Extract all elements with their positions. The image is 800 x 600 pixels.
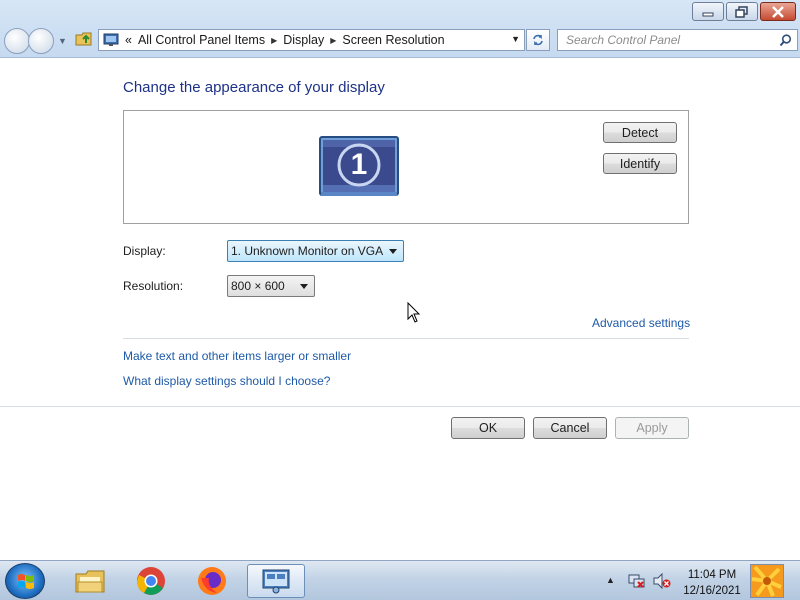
text-size-link[interactable]: Make text and other items larger or smal… (123, 349, 351, 363)
forward-button[interactable] (28, 28, 54, 54)
back-button[interactable] (4, 28, 30, 54)
start-button[interactable] (5, 563, 45, 599)
page-title: Change the appearance of your display (123, 79, 385, 96)
minimize-button[interactable] (692, 2, 724, 21)
navigation-buttons: ▼ (4, 28, 68, 54)
address-overflow[interactable]: « (125, 33, 132, 47)
clock[interactable]: 11:04 PM 12/16/2021 (676, 567, 748, 599)
monitor-1[interactable] (319, 136, 399, 198)
flower-thumbnail-icon (751, 565, 783, 597)
folder-up-icon[interactable] (75, 31, 93, 47)
cancel-button[interactable]: Cancel (533, 417, 607, 439)
taskbar: ▲ 11:04 PM 12/16/2021 (0, 560, 800, 600)
window-controls (692, 2, 796, 21)
display-select[interactable]: 1. Unknown Monitor on VGA (227, 240, 404, 262)
chevron-down-icon (300, 284, 308, 289)
ok-button[interactable]: OK (451, 417, 525, 439)
taskbar-chrome[interactable] (126, 564, 176, 598)
windows-explorer-icon (75, 570, 105, 593)
clock-date: 12/16/2021 (683, 585, 741, 597)
breadcrumb-separator-icon[interactable]: ▶ (271, 36, 277, 45)
resolution-label: Resolution: (123, 279, 184, 293)
search-box[interactable]: Search Control Panel (557, 29, 798, 51)
restore-icon (735, 5, 748, 18)
screen-resolution-window-icon (262, 569, 290, 594)
network-icon[interactable] (628, 573, 646, 589)
search-icon[interactable] (779, 34, 792, 47)
restore-button[interactable] (726, 2, 758, 21)
display-select-value: 1. Unknown Monitor on VGA (231, 244, 384, 258)
refresh-button[interactable] (526, 29, 550, 51)
taskbar-explorer[interactable] (65, 564, 115, 598)
user-picture-button[interactable] (750, 564, 784, 598)
firefox-icon (198, 567, 226, 595)
display-arrangement-area: 1 Detect Identify (123, 110, 689, 224)
mouse-cursor-icon (407, 302, 421, 323)
apply-button[interactable]: Apply (615, 417, 689, 439)
chrome-icon (137, 567, 165, 595)
close-icon (772, 5, 784, 18)
display-label: Display: (123, 244, 166, 258)
clock-time: 11:04 PM (687, 569, 737, 581)
refresh-icon (533, 34, 543, 46)
taskbar-firefox[interactable] (187, 564, 237, 598)
minimize-icon (702, 12, 714, 16)
volume-muted-icon[interactable] (653, 573, 671, 589)
taskbar-screen-resolution[interactable] (247, 564, 305, 598)
window-chrome: ▼ « All Control Panel Items ▶ Display ▶ … (0, 0, 800, 58)
recent-pages-dropdown-icon[interactable]: ▼ (58, 36, 68, 46)
address-dropdown-icon[interactable]: ▼ (511, 34, 520, 44)
advanced-settings-link[interactable]: Advanced settings (592, 316, 690, 330)
breadcrumb-all-control-panel-items[interactable]: All Control Panel Items (138, 33, 265, 47)
divider (123, 338, 689, 339)
breadcrumb-display[interactable]: Display (283, 33, 324, 47)
breadcrumb-separator-icon[interactable]: ▶ (330, 36, 336, 45)
display-settings-help-link[interactable]: What display settings should I choose? (123, 374, 330, 388)
show-hidden-icons-icon[interactable]: ▲ (606, 575, 615, 585)
control-panel-icon (103, 33, 119, 46)
search-placeholder: Search Control Panel (566, 33, 681, 47)
identify-button[interactable]: Identify (603, 153, 677, 174)
close-button[interactable] (760, 2, 796, 21)
resolution-select-value: 800 × 600 (231, 279, 285, 293)
footer-divider (0, 406, 800, 407)
windows-logo-icon (18, 574, 34, 589)
resolution-select[interactable]: 800 × 600 (227, 275, 315, 297)
detect-button[interactable]: Detect (603, 122, 677, 143)
breadcrumb-screen-resolution[interactable]: Screen Resolution (342, 33, 444, 47)
chevron-down-icon (389, 249, 397, 254)
address-bar[interactable]: « All Control Panel Items ▶ Display ▶ Sc… (98, 29, 525, 51)
